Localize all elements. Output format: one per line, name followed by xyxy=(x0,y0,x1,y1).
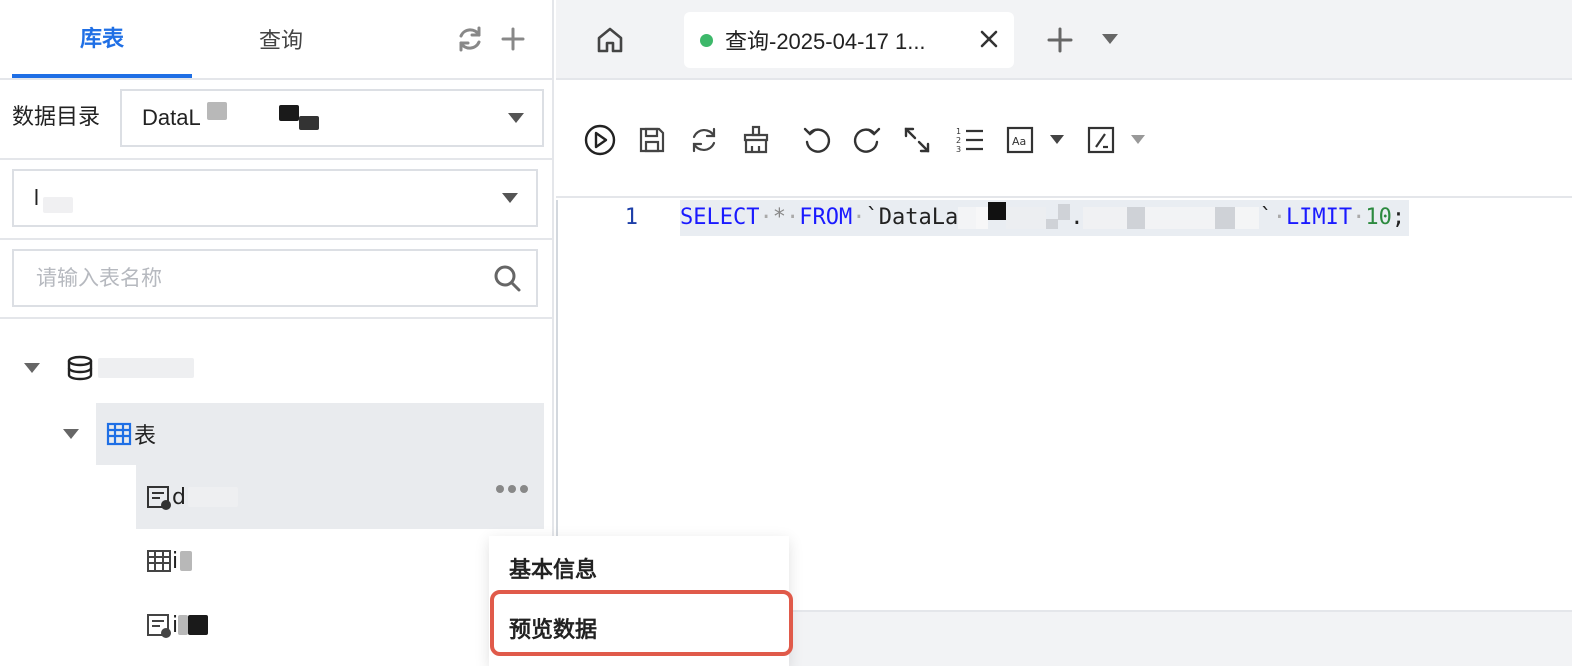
svg-text:1: 1 xyxy=(956,127,961,136)
table-group-label: 表 xyxy=(134,424,157,449)
code-dropdown-icon[interactable] xyxy=(1131,135,1145,144)
table-search-input[interactable] xyxy=(14,251,454,305)
catalog-label: 数据目录 xyxy=(12,105,101,130)
caret-down-icon[interactable] xyxy=(63,429,79,439)
tree-table-item[interactable]: i xyxy=(136,529,544,593)
add-icon[interactable] xyxy=(496,22,530,56)
list-numbered-icon[interactable]: 1 2 3 xyxy=(952,122,988,158)
tree-table-group[interactable]: 表 xyxy=(63,403,544,465)
divider xyxy=(0,238,552,240)
refresh-icon[interactable] xyxy=(453,22,487,56)
home-icon[interactable] xyxy=(594,24,626,56)
format-brush-icon[interactable] xyxy=(738,122,774,158)
run-icon[interactable] xyxy=(582,122,618,158)
menu-item-basic-info[interactable]: 基本信息 xyxy=(509,552,597,584)
add-tab-icon[interactable] xyxy=(1046,26,1074,54)
svg-text:Aa: Aa xyxy=(1012,135,1026,148)
table-icon xyxy=(146,548,172,574)
undo-icon[interactable] xyxy=(799,122,835,158)
sql-table-separator: . xyxy=(1070,205,1084,230)
left-panel: 库表 查询 数据目录 DataL l 请输入表名称 表 d i i xyxy=(0,0,554,666)
redacted-text xyxy=(958,207,977,229)
font-size-dropdown-icon[interactable] xyxy=(1050,135,1064,144)
redacted-text xyxy=(206,102,227,120)
redo-icon[interactable] xyxy=(849,122,885,158)
view-table-icon xyxy=(146,484,172,510)
redacted-text xyxy=(180,551,193,571)
redacted-text xyxy=(98,358,194,378)
table-grid-icon xyxy=(106,421,132,447)
sql-keyword: FROM xyxy=(799,205,853,230)
redacted-text xyxy=(298,116,319,130)
redacted-text xyxy=(187,487,238,507)
redacted-text xyxy=(988,202,1007,220)
sql-table-name-end: ` xyxy=(1259,205,1273,230)
sql-terminator: ; xyxy=(1391,205,1406,230)
code-block-icon[interactable] xyxy=(1083,122,1119,158)
sql-keyword: LIMIT xyxy=(1285,205,1353,230)
redacted-text xyxy=(1058,204,1071,220)
redacted-text xyxy=(1046,219,1059,229)
context-menu: 基本信息 预览数据 xyxy=(489,536,789,666)
svg-text:2: 2 xyxy=(956,136,961,145)
redacted-text xyxy=(1215,207,1236,229)
redacted-text xyxy=(278,105,299,121)
divider xyxy=(0,158,552,160)
editor-toolbar: 1 2 3 Aa xyxy=(556,82,1572,198)
table-item-name: i xyxy=(172,548,179,574)
svg-text:3: 3 xyxy=(956,145,961,154)
query-tab-title: 查询-2025-04-17 1... xyxy=(725,29,926,54)
code-line: 1 SELECT·*·FROM·`DataLa. `·LIMIT·10; xyxy=(558,200,1572,236)
redacted-text xyxy=(1145,207,1216,229)
search-icon[interactable] xyxy=(492,263,522,293)
catalog-value: DataL xyxy=(142,105,201,130)
chevron-down-icon xyxy=(508,113,524,123)
sql-code: SELECT·*·FROM·`DataLa. `·LIMIT·10; xyxy=(680,200,1410,236)
tab-dropdown-icon[interactable] xyxy=(1102,34,1118,44)
sql-operator: * xyxy=(772,205,786,230)
status-dot-icon xyxy=(700,33,713,47)
redacted-text xyxy=(1083,207,1128,229)
caret-down-icon[interactable] xyxy=(24,363,40,373)
font-size-icon[interactable]: Aa xyxy=(1002,122,1038,158)
view-table-icon xyxy=(146,612,172,638)
sql-table-name: `DataLa xyxy=(865,205,959,230)
refresh-icon[interactable] xyxy=(686,122,722,158)
query-tab-bar: 查询-2025-04-17 1... xyxy=(556,0,1572,80)
redacted-text xyxy=(178,615,189,635)
redacted-text xyxy=(976,207,989,229)
tree-database-node[interactable] xyxy=(24,348,544,388)
expand-icon[interactable] xyxy=(899,122,935,158)
table-item-name: d xyxy=(172,484,186,510)
more-options-icon[interactable] xyxy=(496,485,528,493)
redacted-text xyxy=(1235,207,1260,229)
save-icon[interactable] xyxy=(634,122,670,158)
redacted-text xyxy=(188,615,209,635)
table-search xyxy=(12,249,538,307)
redacted-text xyxy=(1127,207,1146,229)
tab-library[interactable]: 库表 xyxy=(12,0,192,78)
tree-table-item[interactable]: i xyxy=(136,593,544,657)
tree-table-item[interactable]: d xyxy=(136,465,544,529)
left-tabs: 库表 查询 xyxy=(0,0,552,80)
redacted-text xyxy=(42,197,73,213)
sql-keyword: SELECT xyxy=(680,205,760,230)
database-value: l xyxy=(34,185,39,210)
menu-item-preview-data[interactable]: 预览数据 xyxy=(509,612,597,644)
tab-query[interactable]: 查询 xyxy=(191,0,371,78)
chevron-down-icon xyxy=(502,193,518,203)
line-number: 1 xyxy=(624,205,638,230)
database-select[interactable]: l xyxy=(12,169,538,227)
close-icon[interactable] xyxy=(978,28,1000,50)
divider xyxy=(0,317,552,319)
database-icon xyxy=(66,354,94,382)
redacted-text xyxy=(1006,207,1047,229)
sql-number: 10 xyxy=(1365,205,1392,230)
catalog-select[interactable]: DataL xyxy=(120,89,544,147)
query-tab[interactable]: 查询-2025-04-17 1... xyxy=(684,12,1014,68)
